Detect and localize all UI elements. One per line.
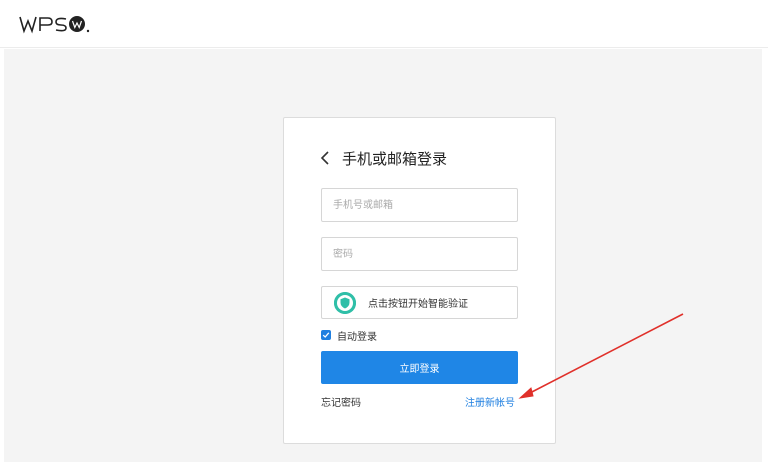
- forgot-password-link[interactable]: 忘记密码: [321, 394, 361, 409]
- shield-icon: [334, 291, 356, 314]
- back-arrow-icon[interactable]: [320, 150, 334, 166]
- auto-login-row: 自动登录: [321, 328, 377, 343]
- verify-label: 点击按钮开始智能验证: [368, 299, 468, 310]
- login-card: 手机或邮箱登录 点击按钮开始智能验证 自动登录 立即登录 忘记密码 注册新帐号: [283, 117, 556, 444]
- account-input[interactable]: [322, 189, 517, 221]
- auto-login-checkbox[interactable]: [321, 330, 331, 340]
- register-link[interactable]: 注册新帐号: [465, 394, 515, 409]
- check-icon: [322, 332, 330, 338]
- password-input[interactable]: [322, 238, 517, 270]
- auto-login-label: 自动登录: [337, 331, 377, 343]
- login-button[interactable]: 立即登录: [321, 351, 518, 384]
- password-field: [321, 237, 518, 271]
- login-title: 手机或邮箱登录: [342, 149, 448, 168]
- wps-logo-icon: [19, 16, 90, 34]
- title-row: 手机或邮箱登录: [320, 148, 447, 168]
- smart-verify-button[interactable]: 点击按钮开始智能验证: [321, 286, 518, 319]
- top-header: [0, 0, 768, 48]
- wps-logo[interactable]: [18, 13, 93, 35]
- account-field: [321, 188, 518, 222]
